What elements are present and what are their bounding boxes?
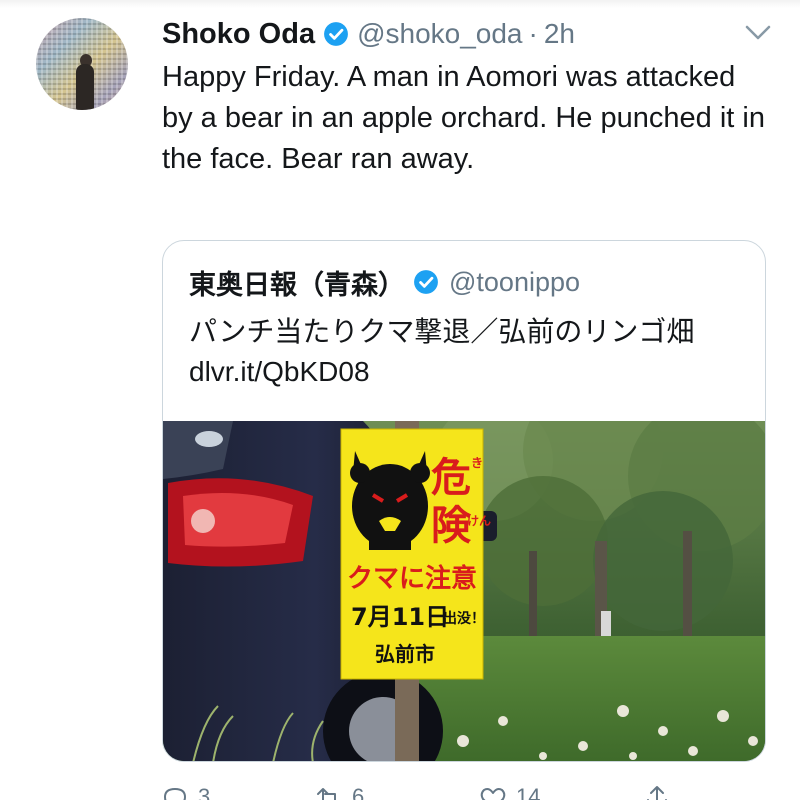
sign-city: 弘前市 [375, 642, 435, 666]
photo-scene: 危 険 き けん クマに注意 7月11日 出没！ 弘前市 [163, 421, 765, 761]
share-icon [647, 786, 667, 800]
sign-warning-text: クマに注意 [347, 563, 477, 594]
retweet-action[interactable]: 6 [314, 784, 364, 800]
reply-icon [163, 787, 187, 800]
avatar-person-body [76, 64, 94, 110]
quoted-handle: @toonippo [449, 266, 581, 297]
previous-tweet-edge [0, 0, 800, 8]
tweet: Shoko Oda @shoko_oda · 2h Happy Friday. … [0, 0, 800, 800]
like-count: 14 [516, 784, 541, 800]
reply-count: 3 [198, 784, 211, 800]
quoted-tweet-header: 東奥日報（青森） @toonippo [189, 261, 580, 303]
sign-furigana-2: けん [467, 514, 491, 528]
handle[interactable]: @shoko_oda [357, 18, 522, 50]
retweet-icon [317, 788, 336, 800]
verified-icon [414, 270, 438, 294]
share-action[interactable] [642, 784, 672, 800]
chevron-down-icon[interactable] [744, 24, 772, 42]
tweet-actions: 3 6 14 [160, 784, 720, 800]
sign-furigana-1: き [471, 456, 483, 470]
separator-dot: · [528, 18, 538, 49]
tweet-text: Happy Friday. A man in Aomori was attack… [162, 61, 765, 175]
sign-danger-char-2: 険 [431, 503, 472, 549]
quoted-tweet-photo[interactable]: 危 険 き けん クマに注意 7月11日 出没！ 弘前市 [163, 421, 765, 761]
timestamp[interactable]: 2h [544, 18, 575, 50]
tweet-header: Shoko Oda @shoko_oda · 2h [162, 14, 575, 54]
quoted-tweet-text: パンチ当たりクマ撃退／弘前のリンゴ畑 dlvr.it/QbKD08 [189, 316, 695, 387]
retweet-count: 6 [352, 784, 365, 800]
sign-date: 7月11日 [351, 603, 449, 631]
display-name[interactable]: Shoko Oda [162, 18, 315, 51]
sign-date-suffix: 出没！ [443, 610, 485, 627]
reply-action[interactable]: 3 [160, 784, 210, 800]
quoted-display-name: 東奥日報（青森） [189, 269, 405, 300]
sign-danger-char-1: 危 [431, 455, 471, 501]
avatar[interactable] [36, 18, 128, 110]
like-action[interactable]: 14 [478, 784, 540, 800]
verified-icon [324, 22, 348, 46]
quoted-tweet-card[interactable]: 東奥日報（青森） @toonippo パンチ当たりクマ撃退／弘前のリンゴ畑 dl… [162, 240, 766, 762]
like-icon [480, 788, 506, 800]
